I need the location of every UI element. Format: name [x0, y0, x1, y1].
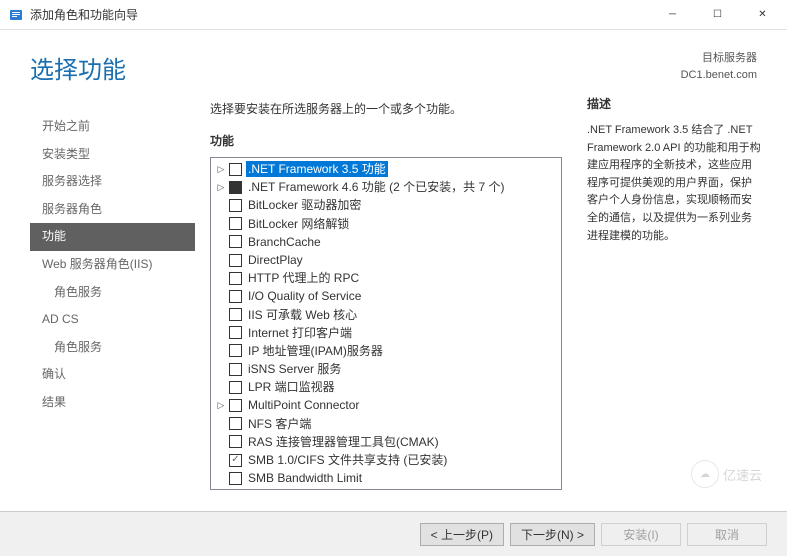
feature-checkbox[interactable]	[229, 417, 242, 430]
feature-checkbox[interactable]	[229, 435, 242, 448]
window-controls: ─ ☐ ✕	[650, 1, 785, 29]
install-button[interactable]: 安装(I)	[601, 523, 681, 546]
watermark-text: 亿速云	[723, 465, 762, 484]
sidebar-item[interactable]: 服务器选择	[30, 168, 195, 196]
feature-list[interactable]: ▷ .NET Framework 3.5 功能 ▷ .NET Framework 4.…	[210, 157, 562, 490]
feature-label[interactable]: DirectPlay	[246, 252, 305, 268]
target-label: 目标服务器	[681, 50, 757, 67]
tree-expander-icon[interactable]: ▷	[215, 399, 227, 411]
next-button[interactable]: 下一步(N) >	[510, 523, 595, 546]
feature-item[interactable]: ▷DirectPlay	[213, 251, 559, 269]
feature-item[interactable]: ▷LPR 端口监视器	[213, 378, 559, 396]
feature-label[interactable]: SMB Bandwidth Limit	[246, 470, 364, 486]
sidebar-item[interactable]: 功能	[30, 223, 195, 251]
feature-item[interactable]: ▷ .NET Framework 4.6 功能 (2 个已安装，共 7 个)	[213, 178, 559, 196]
feature-checkbox[interactable]	[229, 326, 242, 339]
feature-item[interactable]: ▷BitLocker 网络解锁	[213, 215, 559, 233]
feature-checkbox[interactable]	[229, 344, 242, 357]
feature-item[interactable]: ▷BranchCache	[213, 233, 559, 251]
feature-checkbox[interactable]	[229, 308, 242, 321]
page-title: 选择功能	[30, 50, 126, 85]
feature-label[interactable]: SMB 1.0/CIFS 文件共享支持 (已安装)	[246, 452, 449, 468]
previous-button[interactable]: < 上一步(P)	[420, 523, 504, 546]
feature-checkbox[interactable]	[229, 472, 242, 485]
feature-item[interactable]: ▷I/O Quality of Service	[213, 287, 559, 305]
features-section-label: 功能	[210, 132, 562, 149]
feature-label[interactable]: I/O Quality of Service	[246, 288, 363, 304]
sidebar-item[interactable]: 结果	[30, 389, 195, 417]
sidebar-item[interactable]: Web 服务器角色(IIS)	[30, 251, 195, 279]
wizard-sidebar: 开始之前安装类型服务器选择服务器角色功能Web 服务器角色(IIS)角色服务AD…	[30, 95, 195, 490]
watermark: ☁ 亿速云	[691, 460, 762, 488]
close-button[interactable]: ✕	[740, 1, 785, 29]
feature-item[interactable]: ▷SMTP 服务器	[213, 487, 559, 490]
sidebar-item[interactable]: 角色服务	[30, 279, 195, 307]
feature-item[interactable]: ▷SMB 1.0/CIFS 文件共享支持 (已安装)	[213, 451, 559, 469]
titlebar: 添加角色和功能向导 ─ ☐ ✕	[0, 0, 787, 30]
feature-label[interactable]: MultiPoint Connector	[246, 397, 361, 413]
feature-item[interactable]: ▷NFS 客户端	[213, 415, 559, 433]
feature-checkbox[interactable]	[229, 363, 242, 376]
sidebar-item[interactable]: 确认	[30, 361, 195, 389]
feature-label[interactable]: NFS 客户端	[246, 416, 313, 432]
feature-item[interactable]: ▷Internet 打印客户端	[213, 324, 559, 342]
feature-label[interactable]: HTTP 代理上的 RPC	[246, 270, 361, 286]
sidebar-item[interactable]: 安装类型	[30, 141, 195, 169]
minimize-button[interactable]: ─	[650, 1, 695, 29]
feature-checkbox[interactable]	[229, 235, 242, 248]
feature-label[interactable]: SMTP 服务器	[246, 488, 322, 490]
feature-item[interactable]: ▷ MultiPoint Connector	[213, 396, 559, 414]
feature-label[interactable]: RAS 连接管理器管理工具包(CMAK)	[246, 434, 441, 450]
feature-item[interactable]: ▷IP 地址管理(IPAM)服务器	[213, 342, 559, 360]
feature-label[interactable]: LPR 端口监视器	[246, 379, 337, 395]
feature-label[interactable]: .NET Framework 3.5 功能	[246, 161, 388, 177]
feature-checkbox[interactable]	[229, 163, 242, 176]
feature-checkbox[interactable]	[229, 454, 242, 467]
sidebar-item[interactable]: 开始之前	[30, 113, 195, 141]
titlebar-text: 添加角色和功能向导	[30, 6, 650, 23]
cancel-button[interactable]: 取消	[687, 523, 767, 546]
description-panel: 描述 .NET Framework 3.5 结合了 .NET Framework…	[577, 95, 787, 490]
sidebar-item[interactable]: 角色服务	[30, 334, 195, 362]
wizard-footer: < 上一步(P) 下一步(N) > 安装(I) 取消	[0, 511, 787, 556]
feature-checkbox[interactable]	[229, 254, 242, 267]
description-text: .NET Framework 3.5 结合了 .NET Framework 2.…	[587, 122, 762, 245]
feature-item[interactable]: ▷RAS 连接管理器管理工具包(CMAK)	[213, 433, 559, 451]
feature-label[interactable]: IIS 可承载 Web 核心	[246, 307, 359, 323]
target-server-info: 目标服务器 DC1.benet.com	[681, 50, 757, 83]
app-icon	[8, 7, 24, 23]
center-panel: 选择要安装在所选服务器上的一个或多个功能。 功能 ▷ .NET Framework…	[195, 95, 577, 490]
sidebar-item[interactable]: 服务器角色	[30, 196, 195, 224]
feature-checkbox[interactable]	[229, 399, 242, 412]
feature-item[interactable]: ▷IIS 可承载 Web 核心	[213, 306, 559, 324]
feature-label[interactable]: BitLocker 驱动器加密	[246, 197, 363, 213]
feature-label[interactable]: BranchCache	[246, 234, 323, 250]
feature-checkbox[interactable]	[229, 381, 242, 394]
feature-checkbox[interactable]	[229, 272, 242, 285]
feature-item[interactable]: ▷SMB Bandwidth Limit	[213, 469, 559, 487]
instructions-text: 选择要安装在所选服务器上的一个或多个功能。	[210, 95, 562, 117]
feature-item[interactable]: ▷iSNS Server 服务	[213, 360, 559, 378]
feature-label[interactable]: BitLocker 网络解锁	[246, 216, 351, 232]
tree-expander-icon[interactable]: ▷	[215, 181, 227, 193]
watermark-icon: ☁	[691, 460, 719, 488]
feature-label[interactable]: .NET Framework 4.6 功能 (2 个已安装，共 7 个)	[246, 179, 506, 195]
feature-checkbox[interactable]	[229, 199, 242, 212]
sidebar-item[interactable]: AD CS	[30, 306, 195, 334]
maximize-button[interactable]: ☐	[695, 1, 740, 29]
header: 选择功能 目标服务器 DC1.benet.com	[0, 30, 787, 95]
feature-checkbox[interactable]	[229, 217, 242, 230]
feature-item[interactable]: ▷HTTP 代理上的 RPC	[213, 269, 559, 287]
feature-checkbox[interactable]	[229, 290, 242, 303]
feature-item[interactable]: ▷BitLocker 驱动器加密	[213, 196, 559, 214]
feature-checkbox[interactable]	[229, 181, 242, 194]
target-value: DC1.benet.com	[681, 67, 757, 84]
feature-label[interactable]: Internet 打印客户端	[246, 325, 354, 341]
description-label: 描述	[587, 95, 762, 112]
main-content: 开始之前安装类型服务器选择服务器角色功能Web 服务器角色(IIS)角色服务AD…	[0, 95, 787, 490]
tree-expander-icon[interactable]: ▷	[215, 163, 227, 175]
feature-item[interactable]: ▷ .NET Framework 3.5 功能	[213, 160, 559, 178]
feature-label[interactable]: IP 地址管理(IPAM)服务器	[246, 343, 385, 359]
feature-label[interactable]: iSNS Server 服务	[246, 361, 343, 377]
